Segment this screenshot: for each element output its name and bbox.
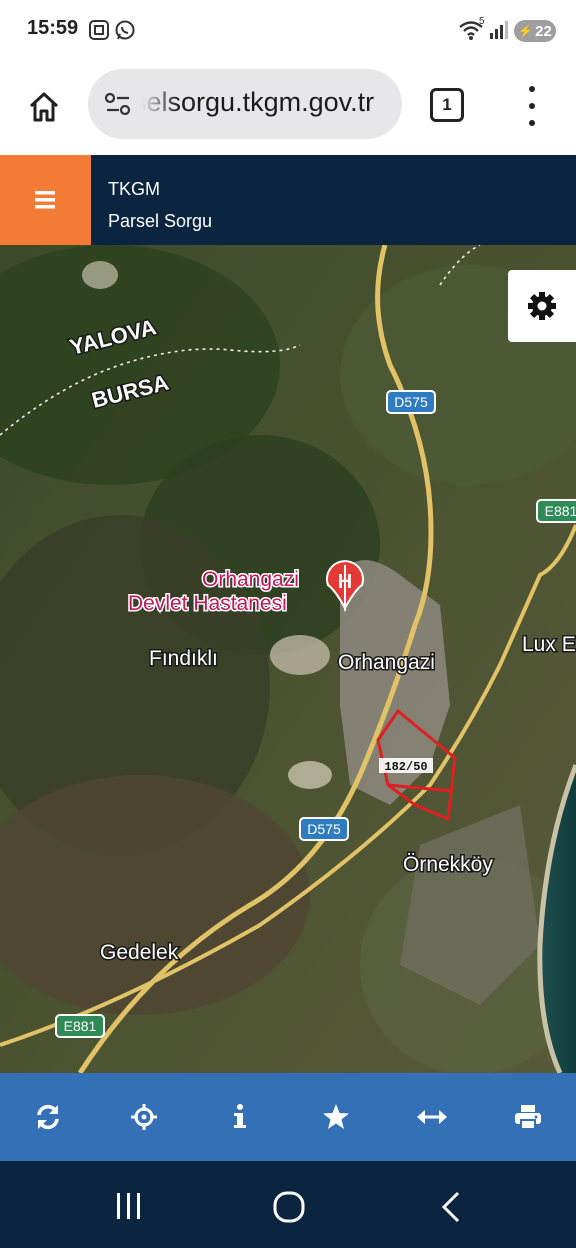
battery-level: 22 (535, 22, 552, 40)
svg-text:182/50: 182/50 (384, 760, 427, 774)
menu-icon[interactable] (520, 86, 544, 126)
measure-button[interactable] (384, 1073, 480, 1161)
whatsapp-icon (115, 20, 135, 40)
signal-badge: 5 (479, 16, 485, 27)
locate-button[interactable] (96, 1073, 192, 1161)
app-title: TKGM (108, 179, 160, 199)
map-label-ornekkoy: Örnekköy (403, 853, 493, 876)
svg-text:E881: E881 (64, 1018, 97, 1034)
browser-toolbar: parselsorgu.tkgm.gov.tr 1 (0, 60, 576, 155)
parcel-label[interactable]: 182/50 (379, 758, 433, 774)
tab-count: 1 (442, 95, 452, 114)
road-shield-e881-right: E881 (536, 499, 576, 523)
road-shield-e881-bottom: E881 (55, 1014, 105, 1038)
map-label-hospital-line2: Devlet Hastanesi (128, 592, 287, 615)
back-icon[interactable] (438, 1190, 464, 1224)
satellite-map[interactable]: D575 D575 E881 E881 YALOVA BURSA Orhanga… (0, 245, 576, 1073)
print-button[interactable] (480, 1073, 576, 1161)
url-bar[interactable]: parselsorgu.tkgm.gov.tr (88, 69, 402, 139)
svg-text:D575: D575 (394, 394, 428, 410)
info-button[interactable] (192, 1073, 288, 1161)
map-label-findikli: Fındıklı (149, 647, 218, 670)
road-shield-d575-bottom: D575 (299, 817, 349, 841)
locate-icon (131, 1104, 157, 1130)
app-header: TKGM Parsel Sorgu (0, 155, 576, 245)
hamburger-icon (34, 191, 55, 209)
map-label-hospital-line1: Orhangazi (202, 568, 299, 591)
map-canvas[interactable]: D575 D575 E881 E881 YALOVA BURSA Orhanga… (0, 245, 576, 1073)
hospital-icon: H (338, 571, 352, 593)
refresh-icon (37, 1104, 59, 1130)
battery-icon: ⚡ 22 (514, 20, 556, 42)
status-bar: 15:59 5 ⚡ 22 (0, 0, 576, 60)
favorite-button[interactable] (288, 1073, 384, 1161)
tab-switcher-button[interactable]: 1 (430, 88, 464, 122)
app-subtitle: Parsel Sorgu (108, 211, 213, 231)
road-shield-d575-top: D575 (386, 390, 436, 414)
system-nav-bar (0, 1161, 576, 1248)
home-nav-icon[interactable] (272, 1190, 306, 1224)
map-label-lux: Lux E (522, 633, 576, 656)
map-label-gedelek: Gedelek (100, 941, 179, 964)
status-time: 15:59 (27, 17, 79, 39)
screenshot-icon (89, 20, 109, 40)
map-settings-button[interactable] (508, 270, 576, 342)
gear-icon (528, 292, 556, 320)
map-toolbar (0, 1073, 576, 1161)
home-icon (29, 92, 59, 122)
map-label-orhangazi: Orhangazi (338, 651, 435, 674)
svg-text:D575: D575 (307, 821, 341, 837)
refresh-button[interactable] (0, 1073, 96, 1161)
signal-icon (490, 21, 508, 39)
measure-icon (417, 1110, 447, 1124)
hamburger-menu-button[interactable] (0, 155, 91, 245)
svg-text:E881: E881 (545, 503, 576, 519)
print-icon (515, 1105, 541, 1130)
recent-apps-icon[interactable] (113, 1191, 145, 1221)
info-icon (234, 1104, 246, 1128)
home-button[interactable] (22, 85, 66, 129)
favorite-icon (323, 1104, 349, 1129)
